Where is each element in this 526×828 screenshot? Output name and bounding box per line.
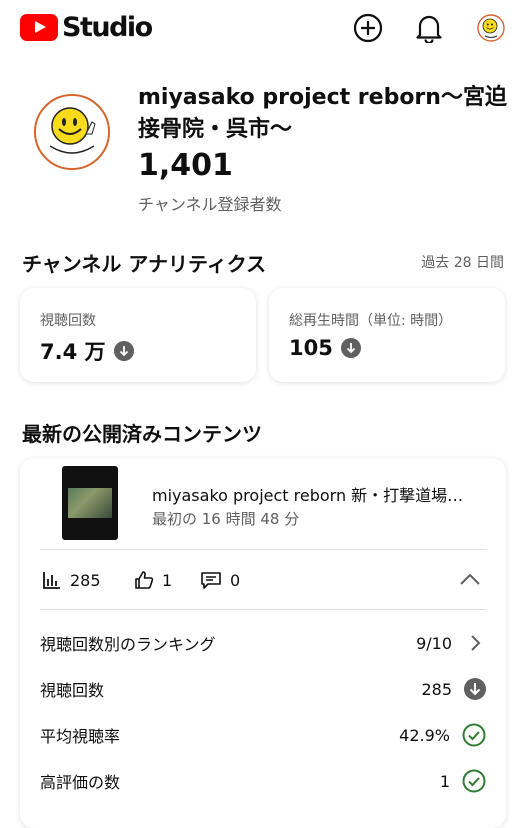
latest-content-title: 最新の公開済みコンテンツ xyxy=(22,422,262,446)
channel-avatar[interactable] xyxy=(34,94,110,170)
analytics-title: チャンネル アナリティクス xyxy=(22,252,267,276)
metric-value: 285 xyxy=(421,679,452,699)
chevron-up-icon xyxy=(460,573,480,585)
metric-label: 平均視聴率 xyxy=(40,727,121,746)
collapse-button[interactable] xyxy=(458,570,490,590)
metric-value: 9/10 xyxy=(416,633,452,653)
channel-name: miyasako project reborn～宮迫接骨院・呉市～ xyxy=(138,85,507,142)
metric-label: 視聴回数 xyxy=(40,681,105,700)
analytics-period: 過去 28 日間 xyxy=(421,255,504,271)
smiley-avatar-icon xyxy=(477,14,505,42)
studio-logo[interactable]: Studio xyxy=(20,12,153,43)
views-card-value: 7.4 万 xyxy=(40,336,134,366)
subscriber-count: 1,401 xyxy=(138,148,233,183)
bell-icon xyxy=(416,15,442,43)
watch-time-card-label: 総再生時間（単位: 時間） xyxy=(289,313,453,329)
views-card-label: 視聴回数 xyxy=(40,313,96,329)
subscriber-label: チャンネル登録者数 xyxy=(138,195,282,214)
channel-analytics-section: チャンネル アナリティクス 過去 28 日間 視聴回数 7.4 万 総再生時間（… xyxy=(0,230,526,400)
divider xyxy=(40,549,486,550)
comments-stat: 0 xyxy=(200,570,240,590)
arrow-down-circle-icon xyxy=(464,678,486,700)
watch-time-card[interactable]: 総再生時間（単位: 時間） 105 xyxy=(269,288,505,382)
metric-label: 高評価の数 xyxy=(40,773,121,792)
watch-time-card-number: 105 xyxy=(289,336,333,360)
account-avatar-button[interactable] xyxy=(475,12,507,44)
latest-video-card: miyasako project reborn 新・打撃道場… 最初の 16 時… xyxy=(20,458,506,828)
chevron-right-icon xyxy=(471,635,481,651)
top-bar: Studio xyxy=(0,0,526,60)
check-circle-icon xyxy=(462,769,486,793)
arrow-down-circle-icon xyxy=(340,338,361,358)
channel-header: miyasako project reborn～宮迫接骨院・呉市～ 1,401 … xyxy=(0,60,526,230)
arrow-down-circle-icon xyxy=(113,341,134,361)
create-button[interactable] xyxy=(352,12,384,44)
thumb-up-icon xyxy=(135,571,154,589)
metric-row-avg-view-rate: 平均視聴率 42.9% xyxy=(40,713,486,757)
views-card-number: 7.4 万 xyxy=(40,340,106,364)
metric-row-likes: 高評価の数 1 xyxy=(40,759,486,803)
metric-row-ranking[interactable]: 視聴回数別のランキング 9/10 xyxy=(40,621,486,665)
metric-row-views: 視聴回数 285 xyxy=(40,667,486,711)
divider xyxy=(40,609,486,610)
video-thumbnail[interactable] xyxy=(62,466,118,540)
views-stat: 285 xyxy=(42,570,101,590)
smiley-logo-icon xyxy=(49,107,96,154)
comments-stat-value: 0 xyxy=(230,570,241,590)
watch-time-card-value: 105 xyxy=(289,336,361,360)
metric-value: 42.9% xyxy=(399,725,450,745)
comment-icon xyxy=(201,572,221,589)
metric-value: 1 xyxy=(439,771,450,791)
logo-text: Studio xyxy=(62,12,153,43)
views-card[interactable]: 視聴回数 7.4 万 xyxy=(20,288,256,382)
likes-stat-value: 1 xyxy=(162,570,173,590)
plus-circle-icon xyxy=(353,13,383,43)
views-stat-value: 285 xyxy=(70,570,101,590)
likes-stat: 1 xyxy=(134,570,172,590)
video-meta: 最初の 16 時間 48 分 xyxy=(152,510,300,528)
youtube-play-icon xyxy=(20,14,58,41)
metric-label: 視聴回数別のランキング xyxy=(40,635,216,654)
notifications-button[interactable] xyxy=(413,12,445,44)
check-circle-icon xyxy=(462,723,486,747)
video-title[interactable]: miyasako project reborn 新・打撃道場… xyxy=(152,482,482,506)
bar-chart-icon xyxy=(43,572,60,589)
